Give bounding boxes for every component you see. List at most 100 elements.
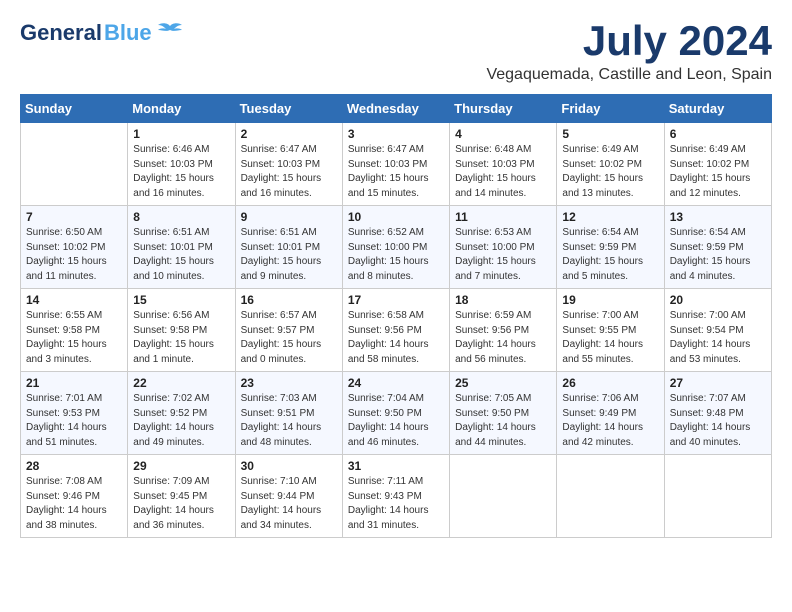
day-number: 15: [133, 293, 229, 307]
day-number: 4: [455, 127, 551, 141]
day-number: 2: [241, 127, 337, 141]
calendar-cell: 5 Sunrise: 6:49 AMSunset: 10:02 PMDayligh…: [557, 123, 664, 206]
day-info: Sunrise: 7:04 AMSunset: 9:50 PMDaylight:…: [348, 392, 444, 450]
calendar-week-3: 14 Sunrise: 6:55 AMSunset: 9:58 PMDayligh…: [21, 289, 772, 372]
calendar-cell: 31 Sunrise: 7:11 AMSunset: 9:43 PMDayligh…: [342, 455, 449, 538]
day-number: 7: [26, 210, 122, 224]
calendar-cell: 27 Sunrise: 7:07 AMSunset: 9:48 PMDayligh…: [664, 372, 771, 455]
location: Vegaquemada, Castille and Leon, Spain: [486, 66, 772, 84]
day-number: 9: [241, 210, 337, 224]
day-info: Sunrise: 7:08 AMSunset: 9:46 PMDaylight:…: [26, 475, 122, 533]
calendar-cell: 30 Sunrise: 7:10 AMSunset: 9:44 PMDayligh…: [235, 455, 342, 538]
calendar-cell: 20 Sunrise: 7:00 AMSunset: 9:54 PMDayligh…: [664, 289, 771, 372]
day-number: 31: [348, 459, 444, 473]
day-number: 25: [455, 376, 551, 390]
calendar-cell: [450, 455, 557, 538]
day-info: Sunrise: 7:05 AMSunset: 9:50 PMDaylight:…: [455, 392, 551, 450]
day-info: Sunrise: 7:06 AMSunset: 9:49 PMDaylight:…: [562, 392, 658, 450]
day-info: Sunrise: 6:47 AMSunset: 10:03 PMDaylight…: [241, 143, 337, 201]
day-info: Sunrise: 6:49 AMSunset: 10:02 PMDaylight…: [562, 143, 658, 201]
calendar-cell: 9 Sunrise: 6:51 AMSunset: 10:01 PMDayligh…: [235, 206, 342, 289]
day-number: 19: [562, 293, 658, 307]
day-info: Sunrise: 6:49 AMSunset: 10:02 PMDaylight…: [670, 143, 766, 201]
calendar-cell: 2 Sunrise: 6:47 AMSunset: 10:03 PMDayligh…: [235, 123, 342, 206]
calendar-cell: 29 Sunrise: 7:09 AMSunset: 9:45 PMDayligh…: [128, 455, 235, 538]
calendar-cell: 19 Sunrise: 7:00 AMSunset: 9:55 PMDayligh…: [557, 289, 664, 372]
day-number: 26: [562, 376, 658, 390]
calendar-week-2: 7 Sunrise: 6:50 AMSunset: 10:02 PMDayligh…: [21, 206, 772, 289]
calendar-cell: 23 Sunrise: 7:03 AMSunset: 9:51 PMDayligh…: [235, 372, 342, 455]
day-number: 5: [562, 127, 658, 141]
day-number: 22: [133, 376, 229, 390]
logo: General Blue: [20, 20, 184, 46]
calendar-cell: 4Sunrise: 6:48 AMSunset: 10:03 PMDayligh…: [450, 123, 557, 206]
day-number: 14: [26, 293, 122, 307]
day-number: 6: [670, 127, 766, 141]
page-header: General Blue July 2024 Vegaquemada, Cast…: [20, 20, 772, 84]
day-number: 28: [26, 459, 122, 473]
calendar-cell: 6 Sunrise: 6:49 AMSunset: 10:02 PMDayligh…: [664, 123, 771, 206]
calendar-cell: 7 Sunrise: 6:50 AMSunset: 10:02 PMDayligh…: [21, 206, 128, 289]
calendar-cell: 1Sunrise: 6:46 AMSunset: 10:03 PMDayligh…: [128, 123, 235, 206]
day-info: Sunrise: 6:52 AMSunset: 10:00 PMDaylight…: [348, 226, 444, 284]
day-info: Sunrise: 6:50 AMSunset: 10:02 PMDaylight…: [26, 226, 122, 284]
logo-general: General: [20, 20, 102, 46]
day-info: Sunrise: 7:09 AMSunset: 9:45 PMDaylight:…: [133, 475, 229, 533]
day-info: Sunrise: 6:59 AMSunset: 9:56 PMDaylight:…: [455, 309, 551, 367]
calendar-cell: 28 Sunrise: 7:08 AMSunset: 9:46 PMDayligh…: [21, 455, 128, 538]
day-number: 30: [241, 459, 337, 473]
bird-icon: [156, 22, 184, 44]
day-info: Sunrise: 7:10 AMSunset: 9:44 PMDaylight:…: [241, 475, 337, 533]
day-info: Sunrise: 6:51 AMSunset: 10:01 PMDaylight…: [241, 226, 337, 284]
weekday-header-thursday: Thursday: [450, 95, 557, 123]
calendar-cell: 13 Sunrise: 6:54 AMSunset: 9:59 PMDayligh…: [664, 206, 771, 289]
day-number: 23: [241, 376, 337, 390]
logo-blue: Blue: [104, 20, 152, 46]
day-info: Sunrise: 7:01 AMSunset: 9:53 PMDaylight:…: [26, 392, 122, 450]
calendar-cell: 22Sunrise: 7:02 AMSunset: 9:52 PMDayligh…: [128, 372, 235, 455]
calendar-week-1: 1Sunrise: 6:46 AMSunset: 10:03 PMDayligh…: [21, 123, 772, 206]
day-number: 16: [241, 293, 337, 307]
weekday-header-tuesday: Tuesday: [235, 95, 342, 123]
day-info: Sunrise: 6:54 AMSunset: 9:59 PMDaylight:…: [562, 226, 658, 284]
day-info: Sunrise: 7:07 AMSunset: 9:48 PMDaylight:…: [670, 392, 766, 450]
calendar-table: SundayMondayTuesdayWednesdayThursdayFrid…: [20, 94, 772, 538]
calendar-cell: 10 Sunrise: 6:52 AMSunset: 10:00 PMDaylig…: [342, 206, 449, 289]
calendar-cell: [21, 123, 128, 206]
day-info: Sunrise: 6:54 AMSunset: 9:59 PMDaylight:…: [670, 226, 766, 284]
calendar-cell: 18 Sunrise: 6:59 AMSunset: 9:56 PMDayligh…: [450, 289, 557, 372]
calendar-cell: 25 Sunrise: 7:05 AMSunset: 9:50 PMDayligh…: [450, 372, 557, 455]
day-info: Sunrise: 7:11 AMSunset: 9:43 PMDaylight:…: [348, 475, 444, 533]
calendar-cell: 14 Sunrise: 6:55 AMSunset: 9:58 PMDayligh…: [21, 289, 128, 372]
day-number: 21: [26, 376, 122, 390]
calendar-cell: 15Sunrise: 6:56 AMSunset: 9:58 PMDayligh…: [128, 289, 235, 372]
weekday-header-saturday: Saturday: [664, 95, 771, 123]
day-number: 29: [133, 459, 229, 473]
day-number: 18: [455, 293, 551, 307]
day-number: 27: [670, 376, 766, 390]
day-info: Sunrise: 6:55 AMSunset: 9:58 PMDaylight:…: [26, 309, 122, 367]
day-number: 24: [348, 376, 444, 390]
day-info: Sunrise: 6:57 AMSunset: 9:57 PMDaylight:…: [241, 309, 337, 367]
day-number: 20: [670, 293, 766, 307]
calendar-cell: 21 Sunrise: 7:01 AMSunset: 9:53 PMDayligh…: [21, 372, 128, 455]
weekday-header-row: SundayMondayTuesdayWednesdayThursdayFrid…: [21, 95, 772, 123]
day-info: Sunrise: 7:03 AMSunset: 9:51 PMDaylight:…: [241, 392, 337, 450]
day-number: 10: [348, 210, 444, 224]
calendar-cell: 24 Sunrise: 7:04 AMSunset: 9:50 PMDayligh…: [342, 372, 449, 455]
day-number: 12: [562, 210, 658, 224]
calendar-cell: 8Sunrise: 6:51 AMSunset: 10:01 PMDayligh…: [128, 206, 235, 289]
day-info: Sunrise: 6:47 AMSunset: 10:03 PMDaylight…: [348, 143, 444, 201]
month-title: July 2024: [486, 20, 772, 62]
day-info: Sunrise: 6:51 AMSunset: 10:01 PMDaylight…: [133, 226, 229, 284]
day-number: 13: [670, 210, 766, 224]
weekday-header-monday: Monday: [128, 95, 235, 123]
title-block: July 2024 Vegaquemada, Castille and Leon…: [486, 20, 772, 84]
calendar-week-5: 28 Sunrise: 7:08 AMSunset: 9:46 PMDayligh…: [21, 455, 772, 538]
calendar-week-4: 21 Sunrise: 7:01 AMSunset: 9:53 PMDayligh…: [21, 372, 772, 455]
calendar-cell: 12 Sunrise: 6:54 AMSunset: 9:59 PMDayligh…: [557, 206, 664, 289]
day-info: Sunrise: 7:00 AMSunset: 9:55 PMDaylight:…: [562, 309, 658, 367]
weekday-header-friday: Friday: [557, 95, 664, 123]
day-info: Sunrise: 7:00 AMSunset: 9:54 PMDaylight:…: [670, 309, 766, 367]
day-info: Sunrise: 6:46 AMSunset: 10:03 PMDaylight…: [133, 143, 229, 201]
